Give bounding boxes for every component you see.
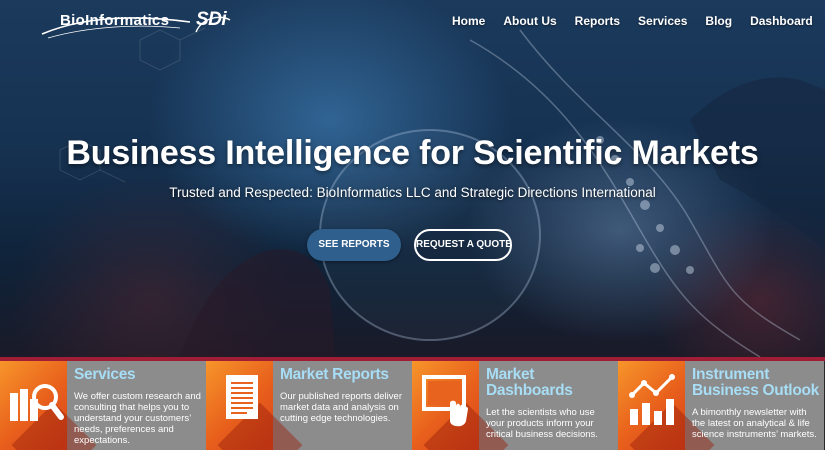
feature-icon-box [618,361,685,450]
sdi-logo[interactable]: SDi [196,9,227,31]
nav-item-reports[interactable]: Reports [575,14,620,28]
feature-market-reports[interactable]: Market Reports Our published reports del… [206,361,412,450]
feature-title[interactable]: Instrument Business Outlook [692,367,820,399]
main-nav: Home About Us Reports Services Blog Dash… [452,14,825,28]
feature-icon-box [412,361,479,450]
nav-item-services[interactable]: Services [638,14,687,28]
feature-instrument-business-outlook[interactable]: Instrument Business Outlook A bimonthly … [618,361,824,450]
request-quote-button[interactable]: REQUEST A QUOTE [414,229,512,261]
feature-icon-box [206,361,273,450]
feature-icon-box [0,361,67,450]
hero-background-image [59,27,825,357]
hero-banner: BioInformatics SDi Home About Us Reports… [0,0,825,357]
feature-services[interactable]: Services We offer custom research and co… [0,361,206,450]
book-magnifier-icon [10,384,64,421]
bar-chart-trend-icon [629,374,675,425]
feature-title[interactable]: Services [74,367,202,383]
hero-subline: Trusted and Respected: BioInformatics LL… [169,185,656,200]
document-icon [226,375,258,419]
nav-item-dashboard[interactable]: Dashboard [750,14,813,28]
feature-description: Our published reports deliver market dat… [280,391,402,424]
nav-item-blog[interactable]: Blog [705,14,732,28]
see-reports-button[interactable]: SEE REPORTS [307,229,401,261]
feature-title[interactable]: Market Dashboards [486,367,614,399]
nav-item-home[interactable]: Home [452,14,485,28]
dashboard-touch-icon [422,375,468,427]
hero-headline: Business Intelligence for Scientific Mar… [66,134,759,172]
feature-market-dashboards[interactable]: Market Dashboards Let the scientists who… [412,361,618,450]
nav-item-about-us[interactable]: About Us [503,14,556,28]
feature-title[interactable]: Market Reports [280,367,408,383]
feature-description: Let the scientists who use your products… [486,407,598,440]
feature-strip: Services We offer custom research and co… [0,361,825,450]
feature-description: We offer custom research and consulting … [74,391,201,446]
logo-text: BioInformatics [60,12,170,29]
feature-description: A bimonthly newsletter with the latest o… [692,407,817,440]
